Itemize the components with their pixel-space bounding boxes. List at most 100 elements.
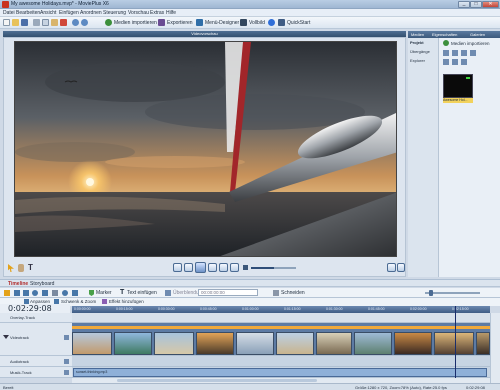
- flag-icon[interactable]: [72, 290, 78, 296]
- settings-icon[interactable]: [443, 59, 449, 65]
- quickstart-button[interactable]: QuickStart: [287, 20, 310, 26]
- video-clip[interactable]: [476, 332, 490, 355]
- sidebar-item-projekt[interactable]: Projekt: [410, 40, 424, 45]
- music-clip[interactable]: sunset-thinking.mp3: [73, 368, 487, 377]
- go-to-end-button[interactable]: [230, 263, 239, 272]
- music-speaker-icon[interactable]: [64, 370, 69, 375]
- import-icon[interactable]: [105, 19, 112, 26]
- menu-ansicht[interactable]: Ansicht: [40, 10, 56, 16]
- new-icon[interactable]: [3, 19, 10, 26]
- zoom-slider-thumb[interactable]: [429, 290, 433, 296]
- maximize-button[interactable]: □: [470, 1, 482, 8]
- zoom-icon[interactable]: [62, 290, 68, 296]
- speaker-icon[interactable]: [243, 265, 248, 270]
- insert-text-icon[interactable]: T: [120, 289, 124, 296]
- video-preview[interactable]: [14, 41, 397, 257]
- ripple-icon[interactable]: [23, 290, 29, 296]
- rewind-button[interactable]: [184, 263, 193, 272]
- timeline-ruler[interactable]: 0:00:00:00 0:00:15:00 0:00:30:00 0:00:45…: [72, 306, 490, 313]
- snap-icon[interactable]: [14, 290, 20, 296]
- sidebar-item-uebergaenge[interactable]: Übergänge: [410, 49, 430, 54]
- forward-button[interactable]: [219, 263, 228, 272]
- menu-designer-button[interactable]: Menü-Designer: [205, 20, 239, 26]
- quickstart-icon[interactable]: [278, 19, 285, 26]
- marker-button[interactable]: Marker: [96, 290, 112, 296]
- tab-galerien[interactable]: Galerien: [470, 32, 485, 37]
- track-header-video[interactable]: Videotrack: [0, 323, 72, 356]
- marker-icon[interactable]: [89, 290, 94, 296]
- video-clip[interactable]: [276, 332, 314, 355]
- redo-icon[interactable]: [81, 19, 88, 26]
- sort-icon[interactable]: [461, 50, 467, 56]
- tab-storyboard[interactable]: Storyboard: [30, 281, 54, 287]
- add-effect-button[interactable]: Effekt hinzufügen: [109, 299, 144, 304]
- menu-steuerung[interactable]: Steuerung: [103, 10, 126, 16]
- track-header-music[interactable]: Musik-Track: [0, 367, 72, 378]
- menu-datei[interactable]: Datei: [3, 10, 15, 16]
- timeline-vertical-scrollbar[interactable]: [490, 313, 500, 383]
- video-clip[interactable]: [154, 332, 194, 355]
- hand-tool-icon[interactable]: [18, 264, 24, 272]
- track-header-overlay[interactable]: Overlay-Track: [0, 313, 72, 323]
- search-media-icon[interactable]: [461, 59, 467, 65]
- help-icon[interactable]: [268, 19, 275, 26]
- track-header-audio[interactable]: Audiotrack: [0, 356, 72, 367]
- video-clip[interactable]: [434, 332, 474, 355]
- stop-button[interactable]: [208, 263, 217, 272]
- track-speaker-icon[interactable]: [64, 359, 69, 364]
- zoom-slider[interactable]: [425, 290, 480, 296]
- open-icon[interactable]: [12, 19, 19, 26]
- video-clip[interactable]: [196, 332, 234, 355]
- media-thumbnail[interactable]: [443, 74, 473, 98]
- save-icon[interactable]: [21, 19, 28, 26]
- minimize-button[interactable]: _: [458, 1, 470, 8]
- split-icon[interactable]: [52, 290, 58, 296]
- pointer-tool-icon[interactable]: [8, 264, 14, 272]
- cut-icon[interactable]: [273, 290, 279, 296]
- menu-bearbeiten[interactable]: Bearbeiten: [16, 10, 40, 16]
- audio-track-lane[interactable]: [72, 356, 490, 367]
- play-button[interactable]: [195, 262, 206, 273]
- video-clip[interactable]: [394, 332, 432, 355]
- menu-extras[interactable]: Extras: [150, 10, 164, 16]
- video-clip[interactable]: [354, 332, 392, 355]
- cut-button[interactable]: Schneiden: [281, 290, 305, 296]
- undo-icon[interactable]: [72, 19, 79, 26]
- fullscreen-preview-button[interactable]: [387, 263, 396, 272]
- fullscreen-icon[interactable]: [240, 19, 247, 26]
- music-track-lane[interactable]: sunset-thinking.mp3: [72, 367, 490, 378]
- export-icon[interactable]: [158, 19, 165, 26]
- video-clip[interactable]: [236, 332, 274, 355]
- media-import-button[interactable]: Medien importieren: [451, 41, 490, 46]
- go-to-start-button[interactable]: [173, 263, 182, 272]
- view-icon[interactable]: [470, 50, 476, 56]
- media-import-icon[interactable]: [443, 40, 449, 46]
- cut-icon[interactable]: [33, 19, 40, 26]
- fullscreen-button[interactable]: Vollbild: [249, 20, 265, 26]
- close-button[interactable]: ✕: [482, 1, 499, 8]
- loop-icon[interactable]: [32, 290, 38, 296]
- filter-icon[interactable]: [452, 59, 458, 65]
- copy-icon[interactable]: [42, 19, 49, 26]
- volume-slider[interactable]: [251, 267, 296, 269]
- menu-vorschau[interactable]: Vorschau: [128, 10, 149, 16]
- transition-time-field[interactable]: 00:00:00:00: [198, 289, 258, 296]
- select-tool-icon[interactable]: [4, 290, 10, 296]
- menu-designer-icon[interactable]: [196, 19, 203, 26]
- delete-media-icon[interactable]: [452, 50, 458, 56]
- group-icon[interactable]: [42, 290, 48, 296]
- expand-icon[interactable]: [3, 335, 9, 339]
- sidebar-item-explorer[interactable]: Explorer: [410, 58, 425, 63]
- export-button[interactable]: Exportieren: [167, 20, 193, 26]
- video-clip[interactable]: [114, 332, 152, 355]
- paste-icon[interactable]: [51, 19, 58, 26]
- import-media-button[interactable]: Medien importieren: [114, 20, 157, 26]
- insert-text-button[interactable]: Text einfügen: [127, 290, 157, 296]
- transition-icon[interactable]: [165, 290, 171, 296]
- menu-hilfe[interactable]: Hilfe: [166, 10, 176, 16]
- tab-medien[interactable]: Medien: [411, 32, 424, 37]
- tab-eigenschaften[interactable]: Eigenschaften: [432, 32, 457, 37]
- menu-anordnen[interactable]: Anordnen: [80, 10, 102, 16]
- preview-options-button[interactable]: [397, 263, 405, 272]
- playhead[interactable]: [455, 306, 456, 378]
